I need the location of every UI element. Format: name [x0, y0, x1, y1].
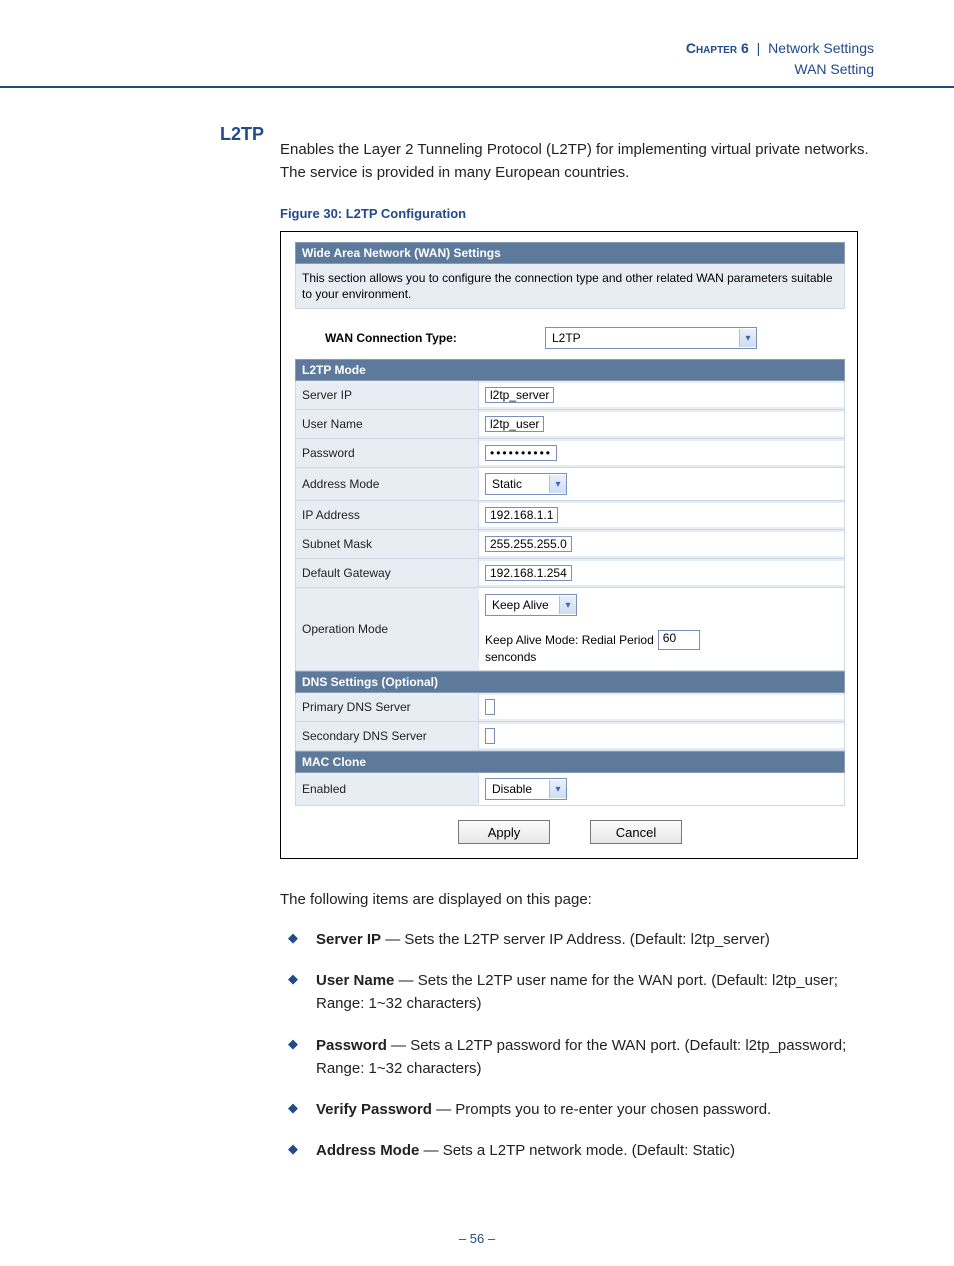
page-number: – 56 – [0, 1181, 954, 1266]
list-item: Password — Sets a L2TP password for the … [280, 1034, 874, 1081]
side-heading: L2TP [220, 124, 264, 145]
figure-screenshot: Wide Area Network (WAN) Settings This se… [280, 231, 858, 859]
input-secondary-dns[interactable] [485, 728, 495, 744]
wan-connection-type-select[interactable]: L2TP ▾ [545, 327, 757, 349]
section-l2tp-mode: L2TP Mode [295, 359, 845, 381]
wan-connection-type-label: WAN Connection Type: [325, 331, 545, 345]
redial-prefix: Keep Alive Mode: Redial Period [485, 633, 654, 647]
wan-connection-type-value: L2TP [546, 331, 587, 345]
intro-paragraph: Enables the Layer 2 Tunneling Protocol (… [280, 139, 874, 184]
figure-caption: Figure 30: L2TP Configuration [280, 206, 874, 221]
row-operation-mode: Operation Mode Keep Alive ▾ Keep Alive M… [295, 588, 845, 671]
term: Address Mode [316, 1142, 419, 1159]
input-redial-period[interactable]: 60 [658, 630, 700, 650]
chevron-down-icon: ▾ [549, 780, 566, 798]
term-text: — Sets a L2TP password for the WAN port.… [316, 1037, 846, 1077]
value-mac-enabled: Disable [486, 782, 538, 796]
row-default-gateway: Default Gateway 192.168.1.254 [295, 559, 845, 588]
input-subnet-mask[interactable]: 255.255.255.0 [485, 536, 572, 552]
label-server-ip: Server IP [296, 381, 479, 409]
page-header: Chapter 6 | Network Settings WAN Setting [0, 0, 954, 88]
chapter-subtitle: WAN Setting [794, 61, 874, 77]
row-password: Password •••••••••• [295, 439, 845, 468]
select-mac-enabled[interactable]: Disable ▾ [485, 778, 567, 800]
separator: | [753, 40, 765, 56]
list-item: Address Mode — Sets a L2TP network mode.… [280, 1139, 874, 1162]
input-ip-address[interactable]: 192.168.1.1 [485, 507, 558, 523]
items-intro: The following items are displayed on thi… [280, 889, 874, 912]
chevron-down-icon: ▾ [559, 596, 576, 614]
row-secondary-dns: Secondary DNS Server [295, 722, 845, 751]
row-subnet-mask: Subnet Mask 255.255.255.0 [295, 530, 845, 559]
term: Server IP [316, 931, 381, 948]
input-server-ip[interactable]: l2tp_server [485, 387, 554, 403]
value-address-mode: Static [486, 477, 528, 491]
input-primary-dns[interactable] [485, 699, 495, 715]
term-text: — Sets a L2TP network mode. (Default: St… [419, 1142, 735, 1159]
label-address-mode: Address Mode [296, 470, 479, 498]
row-address-mode: Address Mode Static ▾ [295, 468, 845, 501]
cancel-button[interactable]: Cancel [590, 820, 682, 844]
panel-description: This section allows you to configure the… [295, 264, 845, 309]
label-secondary-dns: Secondary DNS Server [296, 722, 479, 750]
panel-heading: Wide Area Network (WAN) Settings [295, 242, 845, 264]
chapter-label: Chapter 6 [686, 40, 749, 56]
input-default-gateway[interactable]: 192.168.1.254 [485, 565, 572, 581]
term: User Name [316, 972, 394, 989]
term-text: — Sets the L2TP server IP Address. (Defa… [381, 931, 770, 948]
row-primary-dns: Primary DNS Server [295, 693, 845, 722]
wan-connection-type-row: WAN Connection Type: L2TP ▾ [295, 321, 845, 359]
label-ip-address: IP Address [296, 501, 479, 529]
select-operation-mode[interactable]: Keep Alive ▾ [485, 594, 577, 616]
label-mac-enabled: Enabled [296, 775, 479, 803]
list-item: User Name — Sets the L2TP user name for … [280, 969, 874, 1016]
row-mac-enabled: Enabled Disable ▾ [295, 773, 845, 806]
input-user-name[interactable]: l2tp_user [485, 416, 544, 432]
label-subnet-mask: Subnet Mask [296, 530, 479, 558]
field-descriptions: Server IP — Sets the L2TP server IP Addr… [280, 928, 874, 1163]
list-item: Server IP — Sets the L2TP server IP Addr… [280, 928, 874, 951]
label-primary-dns: Primary DNS Server [296, 693, 479, 721]
value-operation-mode: Keep Alive [486, 598, 555, 612]
term-text: — Sets the L2TP user name for the WAN po… [316, 972, 838, 1012]
row-ip-address: IP Address 192.168.1.1 [295, 501, 845, 530]
term: Password [316, 1037, 387, 1054]
section-mac-clone: MAC Clone [295, 751, 845, 773]
term-text: — Prompts you to re-enter your chosen pa… [432, 1101, 771, 1118]
redial-suffix: senconds [485, 650, 536, 664]
row-user-name: User Name l2tp_user [295, 410, 845, 439]
label-password: Password [296, 439, 479, 467]
button-row: Apply Cancel [295, 806, 845, 844]
label-user-name: User Name [296, 410, 479, 438]
select-address-mode[interactable]: Static ▾ [485, 473, 567, 495]
apply-button[interactable]: Apply [458, 820, 550, 844]
term: Verify Password [316, 1101, 432, 1118]
chevron-down-icon: ▾ [739, 329, 756, 347]
row-server-ip: Server IP l2tp_server [295, 381, 845, 410]
section-dns: DNS Settings (Optional) [295, 671, 845, 693]
label-operation-mode: Operation Mode [296, 600, 479, 658]
chevron-down-icon: ▾ [549, 475, 566, 493]
list-item: Verify Password — Prompts you to re-ente… [280, 1098, 874, 1121]
content: L2TP Enables the Layer 2 Tunneling Proto… [0, 88, 954, 1163]
after-figure: The following items are displayed on thi… [280, 889, 874, 1162]
chapter-title: Network Settings [768, 40, 874, 56]
input-password[interactable]: •••••••••• [485, 445, 557, 461]
label-default-gateway: Default Gateway [296, 559, 479, 587]
